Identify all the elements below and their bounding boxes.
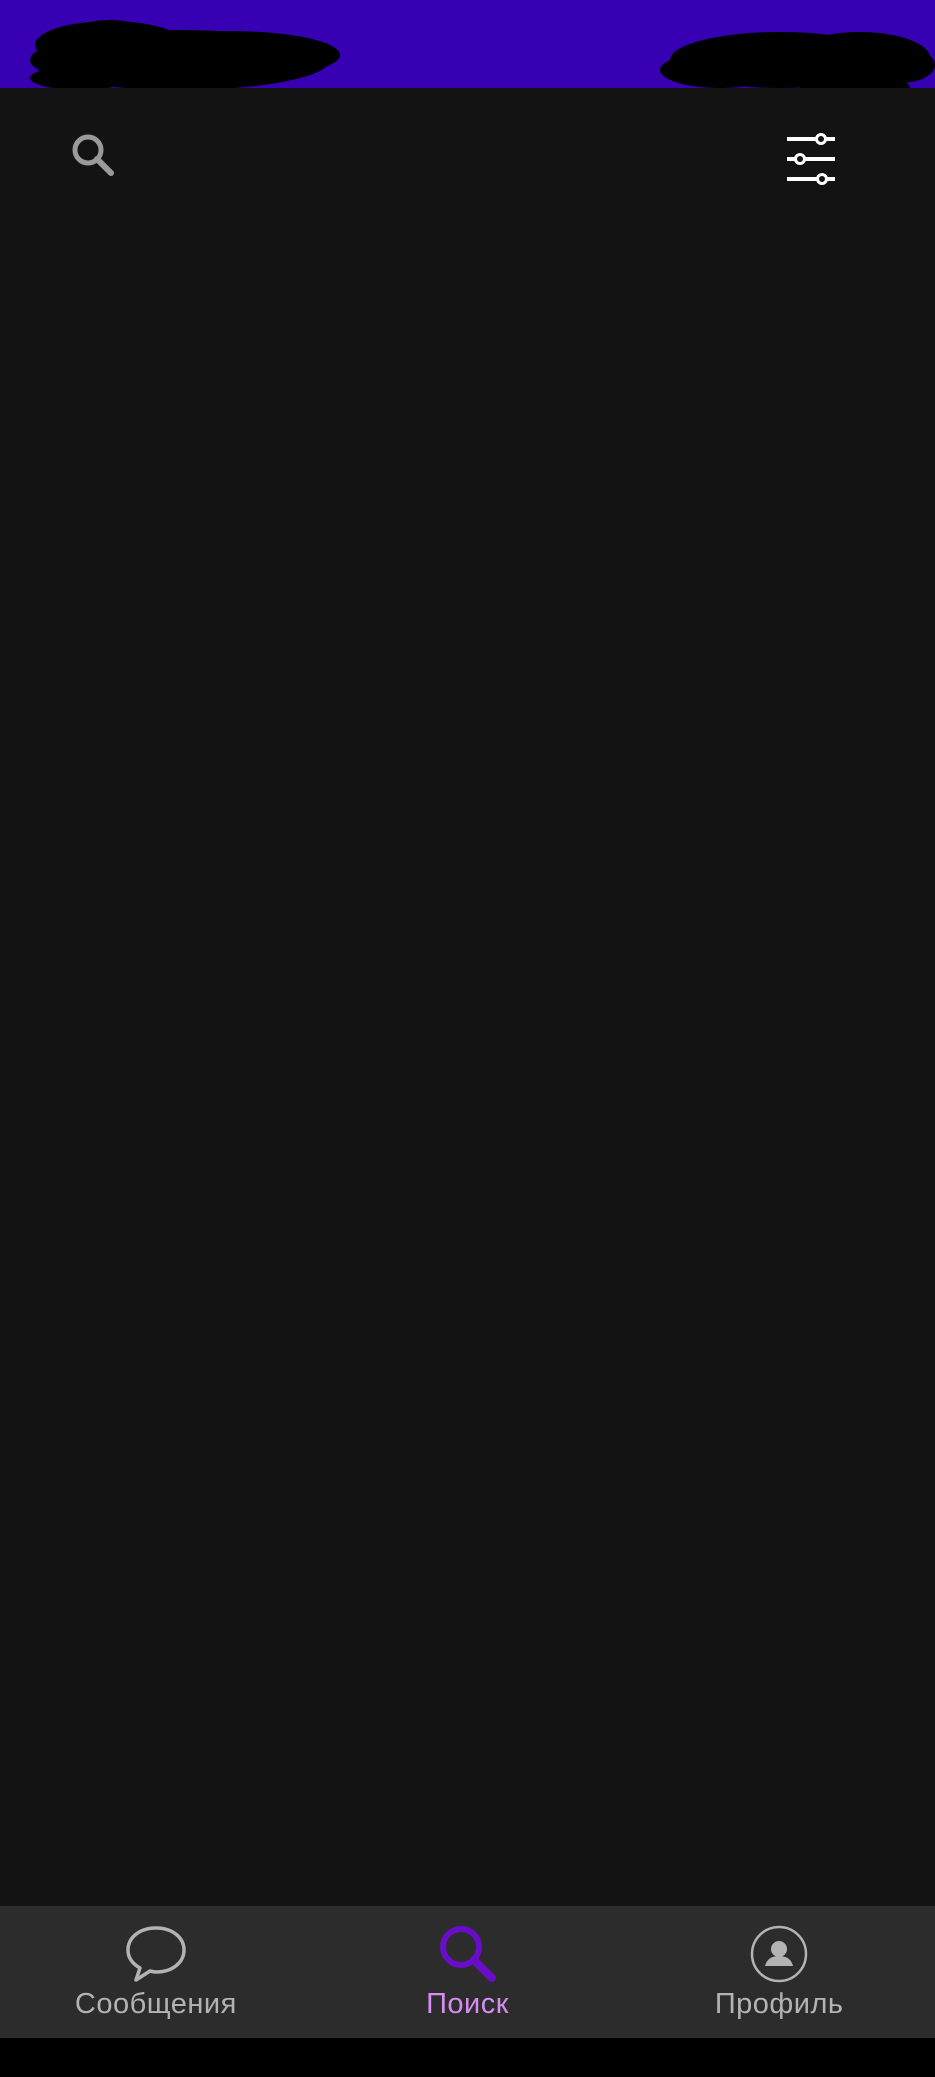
nav-item-search[interactable]: Поиск — [312, 1906, 624, 2038]
profile-icon — [750, 1925, 808, 1983]
app-screen: Сообщения Поиск Профиль — [0, 0, 935, 2077]
bottom-navigation: Сообщения Поиск Профиль — [0, 1906, 935, 2038]
status-bar-redaction — [0, 0, 935, 88]
toolbar-search-button[interactable] — [58, 120, 128, 190]
nav-label-messages: Сообщения — [74, 1988, 237, 2020]
filter-settings-button[interactable] — [776, 124, 846, 194]
chat-bubble-icon — [126, 1926, 186, 1982]
nav-label-profile: Профиль — [714, 1988, 844, 2020]
nav-item-messages[interactable]: Сообщения — [0, 1906, 312, 2038]
sliders-icon — [787, 133, 835, 185]
nav-icon-wrapper — [436, 1922, 500, 1986]
nav-icon-wrapper — [747, 1922, 811, 1986]
system-navigation-bar — [0, 2038, 935, 2077]
search-icon — [72, 134, 114, 176]
top-toolbar — [0, 88, 935, 218]
status-bar — [0, 0, 935, 88]
nav-item-profile[interactable]: Профиль — [623, 1906, 935, 2038]
nav-label-search: Поиск — [426, 1988, 509, 2020]
search-results-area — [0, 218, 935, 1906]
nav-icon-wrapper — [124, 1922, 188, 1986]
search-icon — [439, 1926, 496, 1982]
